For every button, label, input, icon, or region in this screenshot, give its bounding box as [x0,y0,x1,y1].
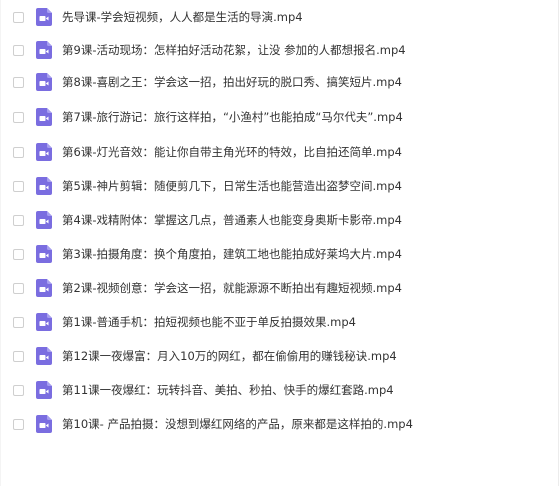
video-file-icon [36,41,52,59]
file-row[interactable]: 第1课-普通手机：拍短视频也能不亚于单反拍摄效果.mp4 [1,307,559,337]
file-row[interactable]: 第8课-喜剧之王：学会这一招，拍出好玩的脱口秀、搞笑短片.mp4 [1,67,559,97]
row-checkbox[interactable] [13,350,24,362]
file-row[interactable]: 先导课-学会短视频，人人都是生活的导演.mp4 [1,2,559,32]
row-checkbox[interactable] [13,76,24,88]
video-file-icon [36,381,52,399]
file-row[interactable]: 第10课- 产品拍摄：没想到爆红网络的产品，原来都是这样拍的.mp4 [1,409,559,439]
file-list: 先导课-学会短视频，人人都是生活的导演.mp4 第9课-活动现场：怎样拍好活动花… [0,0,559,486]
row-checkbox[interactable] [13,282,24,294]
video-file-icon [36,313,52,331]
row-checkbox[interactable] [13,214,24,226]
row-checkbox[interactable] [13,418,24,430]
file-name[interactable]: 先导课-学会短视频，人人都是生活的导演.mp4 [62,9,303,25]
row-checkbox[interactable] [13,384,24,396]
file-name[interactable]: 第10课- 产品拍摄：没想到爆红网络的产品，原来都是这样拍的.mp4 [62,416,413,432]
row-checkbox[interactable] [13,44,24,56]
file-row[interactable]: 第5课-神片剪辑：随便剪几下，日常生活也能营造出盗梦空间.mp4 [1,171,559,201]
video-file-icon [36,415,52,433]
file-name[interactable]: 第1课-普通手机：拍短视频也能不亚于单反拍摄效果.mp4 [62,314,356,330]
video-file-icon [36,73,52,91]
video-file-icon [36,143,52,161]
video-file-icon [36,279,52,297]
file-row[interactable]: 第3课-拍摄角度：换个角度拍，建筑工地也能拍成好莱坞大片.mp4 [1,239,559,269]
file-name[interactable]: 第4课-戏精附体：掌握这几点，普通素人也能变身奥斯卡影帝.mp4 [62,212,402,228]
row-checkbox[interactable] [13,11,24,23]
file-row[interactable]: 第11课一夜爆红：玩转抖音、美拍、秒拍、快手的爆红套路.mp4 [1,375,559,405]
file-name[interactable]: 第5课-神片剪辑：随便剪几下，日常生活也能营造出盗梦空间.mp4 [62,178,402,194]
file-name[interactable]: 第8课-喜剧之王：学会这一招，拍出好玩的脱口秀、搞笑短片.mp4 [62,74,402,90]
video-file-icon [36,177,52,195]
file-row[interactable]: 第2课-视频创意：学会这一招，就能源源不断拍出有趣短视频.mp4 [1,273,559,303]
file-name[interactable]: 第12课一夜爆富：月入10万的网红，都在偷偷用的赚钱秘诀.mp4 [62,348,397,364]
file-name[interactable]: 第9课-活动现场：怎样拍好活动花絮，让没 参加的人都想报名.mp4 [62,42,406,58]
video-file-icon [36,347,52,365]
video-file-icon [36,108,52,126]
video-file-icon [36,8,52,26]
file-name[interactable]: 第3课-拍摄角度：换个角度拍，建筑工地也能拍成好莱坞大片.mp4 [62,246,402,262]
file-name[interactable]: 第11课一夜爆红：玩转抖音、美拍、秒拍、快手的爆红套路.mp4 [62,382,394,398]
file-row[interactable]: 第9课-活动现场：怎样拍好活动花絮，让没 参加的人都想报名.mp4 [1,35,559,65]
video-file-icon [36,211,52,229]
file-row[interactable]: 第7课-旅行游记：旅行这样拍，“小渔村”也能拍成“马尔代夫”.mp4 [1,102,559,132]
file-name[interactable]: 第2课-视频创意：学会这一招，就能源源不断拍出有趣短视频.mp4 [62,280,402,296]
file-name[interactable]: 第6课-灯光音效：能让你自带主角光环的特效，比自拍还简单.mp4 [62,144,402,160]
file-row[interactable]: 第12课一夜爆富：月入10万的网红，都在偷偷用的赚钱秘诀.mp4 [1,341,559,371]
row-checkbox[interactable] [13,316,24,328]
video-file-icon [36,245,52,263]
file-row[interactable]: 第4课-戏精附体：掌握这几点，普通素人也能变身奥斯卡影帝.mp4 [1,205,559,235]
row-checkbox[interactable] [13,146,24,158]
row-checkbox[interactable] [13,111,24,123]
row-checkbox[interactable] [13,180,24,192]
file-row[interactable]: 第6课-灯光音效：能让你自带主角光环的特效，比自拍还简单.mp4 [1,137,559,167]
file-name[interactable]: 第7课-旅行游记：旅行这样拍，“小渔村”也能拍成“马尔代夫”.mp4 [62,109,403,125]
row-checkbox[interactable] [13,248,24,260]
